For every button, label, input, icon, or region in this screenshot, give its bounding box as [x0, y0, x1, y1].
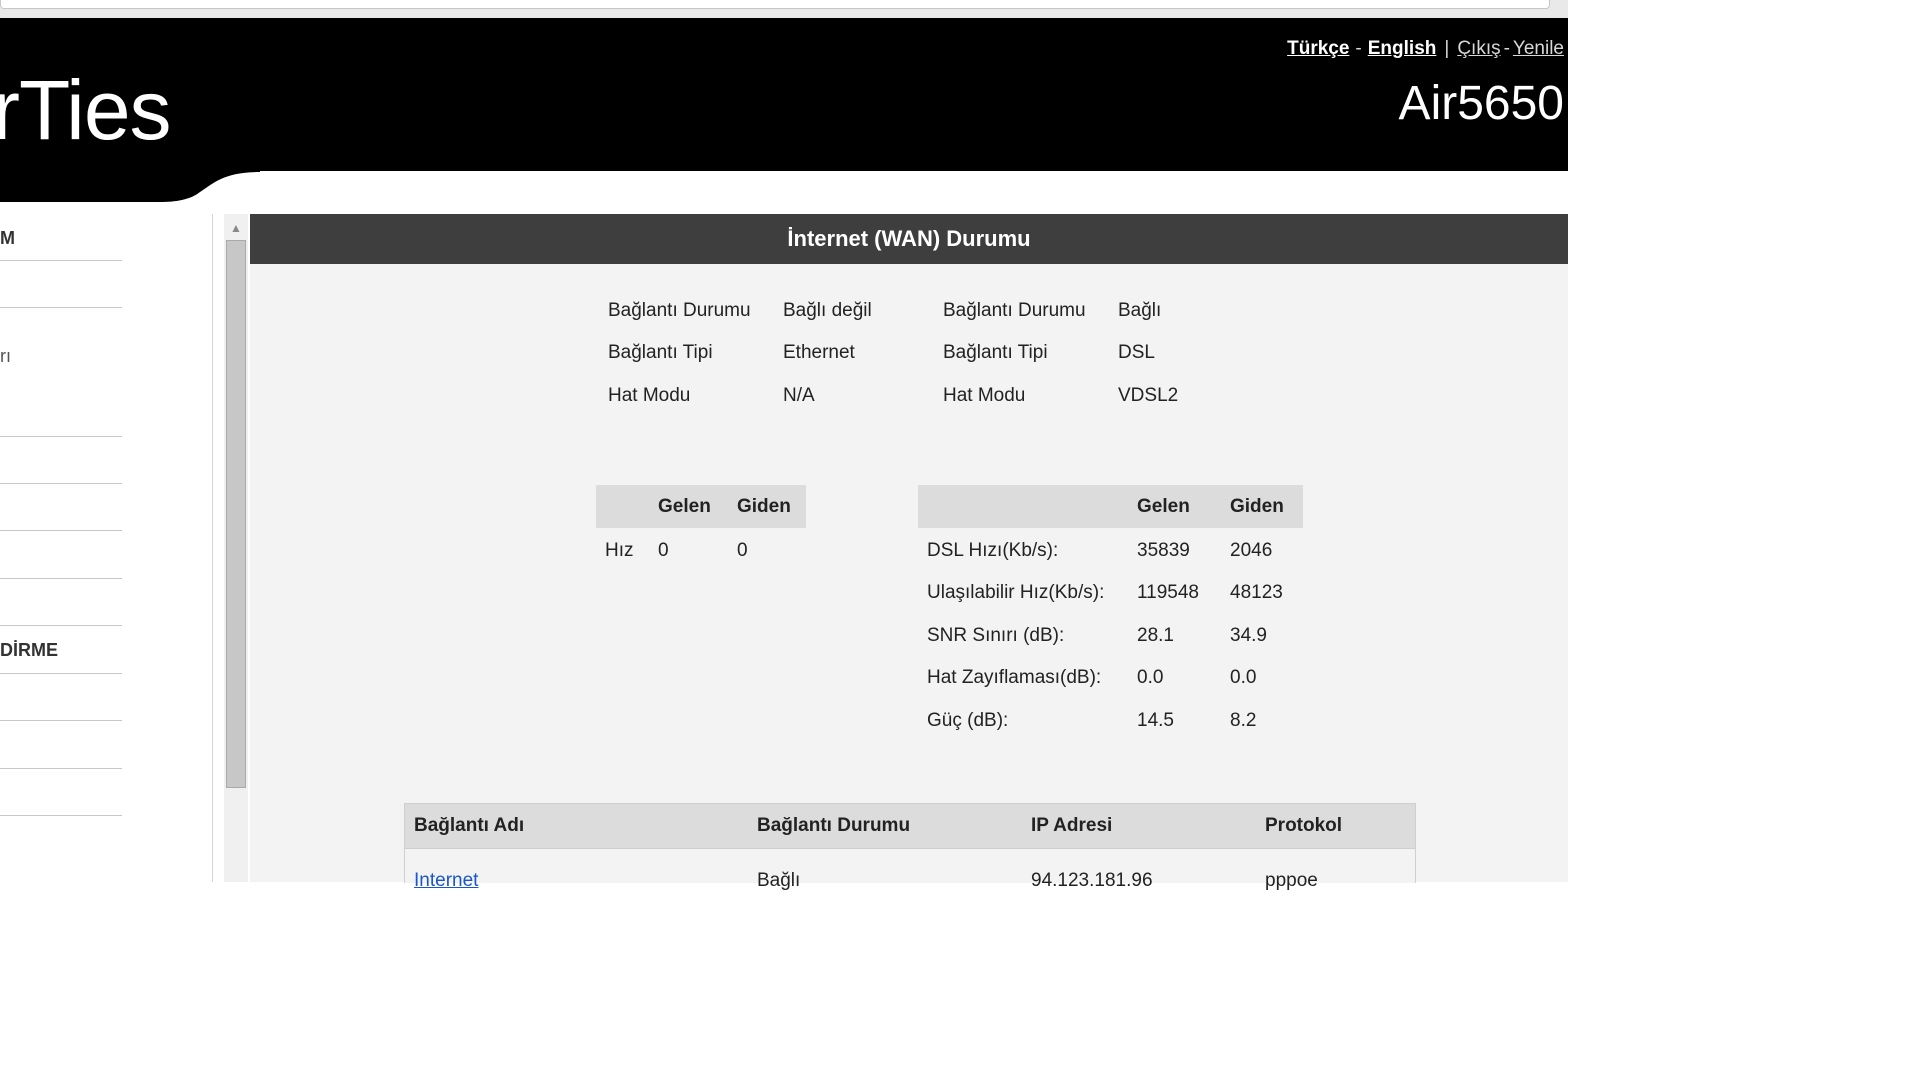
- dsl-row-label: SNR Sınırı (dB):: [927, 625, 1065, 646]
- status-value: VDSL2: [1118, 385, 1179, 406]
- status-value: Bağlı: [1118, 300, 1162, 321]
- scroll-thumb[interactable]: [226, 240, 246, 788]
- sidebar-divider: [212, 214, 213, 882]
- connections-table: Bağlantı Adı Bağlantı Durumu IP Adresi P…: [404, 803, 1416, 891]
- status-label: Bağlantı Tipi: [608, 342, 713, 363]
- sidebar-scrollbar[interactable]: ▲: [224, 214, 248, 882]
- dsl-row-out: 34.9: [1230, 625, 1267, 646]
- dsl-row-in: 119548: [1137, 582, 1199, 603]
- sidebar-item[interactable]: [0, 721, 122, 769]
- speed-row-label: Hız: [605, 540, 634, 561]
- dsl-row-out: 0.0: [1230, 667, 1257, 688]
- dsl-row-label: Güç (dB):: [927, 710, 1009, 731]
- col-protocol: Protokol: [1265, 815, 1343, 836]
- device-model: Air5650: [1398, 77, 1564, 130]
- sidebar-item[interactable]: [0, 437, 122, 484]
- dsl-row-label: DSL Hızı(Kb/s):: [927, 540, 1059, 561]
- header-links: Türkçe - English | Çıkış - Yenile: [1287, 38, 1564, 60]
- status-value: N/A: [783, 385, 815, 406]
- connection-ip: 94.123.181.96: [1031, 870, 1153, 891]
- status-label: Bağlantı Durumu: [943, 300, 1086, 321]
- dsl-row-label: Hat Zayıflaması(dB):: [927, 667, 1102, 688]
- sidebar-item[interactable]: [0, 531, 122, 579]
- col-connection-name: Bağlantı Adı: [414, 815, 525, 836]
- dsl-row-in: 35839: [1137, 540, 1190, 561]
- status-label: Hat Modu: [943, 385, 1026, 406]
- connection-status: Bağlı: [757, 870, 801, 891]
- sidebar-item[interactable]: [0, 579, 122, 626]
- main-panel: İnternet (WAN) Durumu Bağlantı Durumu Ba…: [250, 214, 1568, 891]
- airties-logo: rTies: [0, 63, 172, 157]
- sidebar-item-section[interactable]: DİRME: [0, 626, 122, 674]
- separator: -: [1355, 38, 1362, 59]
- col-ip-address: IP Adresi: [1031, 815, 1113, 836]
- status-value: Ethernet: [783, 342, 855, 363]
- sidebar-item-label: M: [0, 228, 15, 248]
- col-connection-status: Bağlantı Durumu: [757, 815, 911, 836]
- separator: |: [1444, 38, 1450, 59]
- scroll-up-arrow-icon[interactable]: ▲: [224, 218, 248, 238]
- speed-header-out: Giden: [737, 496, 791, 517]
- sidebar-item-label: DİRME: [0, 640, 58, 660]
- connection-protocol: pppoe: [1265, 870, 1318, 891]
- status-value: DSL: [1118, 342, 1155, 363]
- sidebar-item[interactable]: rı: [0, 308, 122, 437]
- page-header: rTies Türkçe - English | Çıkış - Yenile Air565…: [0, 18, 1568, 171]
- language-english-link[interactable]: English: [1368, 38, 1437, 59]
- sidebar-item-section[interactable]: M: [0, 214, 122, 261]
- language-turkish-link[interactable]: Türkçe: [1287, 38, 1349, 59]
- browser-chrome-strip: [0, 0, 1568, 19]
- address-bar-edge: [0, 0, 1550, 9]
- logout-link[interactable]: Çıkış: [1457, 38, 1500, 59]
- dsl-row-label: Ulaşılabilir Hız(Kb/s):: [927, 582, 1105, 603]
- speed-header-in: Gelen: [658, 496, 711, 517]
- connection-name-link[interactable]: Internet: [414, 870, 478, 892]
- dsl-row-out: 2046: [1230, 540, 1273, 561]
- sidebar-item[interactable]: [0, 261, 122, 308]
- dsl-row-in: 0.0: [1137, 667, 1164, 688]
- status-label: Bağlantı Tipi: [943, 342, 1048, 363]
- separator: -: [1503, 38, 1510, 59]
- dsl-row-in: 28.1: [1137, 625, 1174, 646]
- speed-row-in: 0: [658, 540, 669, 561]
- header-curve-shape: [0, 170, 260, 202]
- sidebar-item-label: rı: [0, 346, 11, 366]
- sidebar-item[interactable]: [0, 484, 122, 531]
- connections-table-header: Bağlantı Adı Bağlantı Durumu IP Adresi P…: [405, 804, 1415, 849]
- dsl-row-in: 14.5: [1137, 710, 1174, 731]
- status-label: Hat Modu: [608, 385, 691, 406]
- speed-row-out: 0: [737, 540, 748, 561]
- status-label: Bağlantı Durumu: [608, 300, 751, 321]
- dsl-header-out: Giden: [1230, 496, 1284, 517]
- dsl-row-out: 48123: [1230, 582, 1283, 603]
- dsl-row-out: 8.2: [1230, 710, 1257, 731]
- page-title: İnternet (WAN) Durumu: [250, 214, 1568, 264]
- refresh-link[interactable]: Yenile: [1513, 38, 1564, 59]
- dsl-header-in: Gelen: [1137, 496, 1190, 517]
- sidebar-item[interactable]: [0, 674, 122, 721]
- status-value: Bağlı değil: [783, 300, 872, 321]
- sidebar-item[interactable]: [0, 769, 122, 816]
